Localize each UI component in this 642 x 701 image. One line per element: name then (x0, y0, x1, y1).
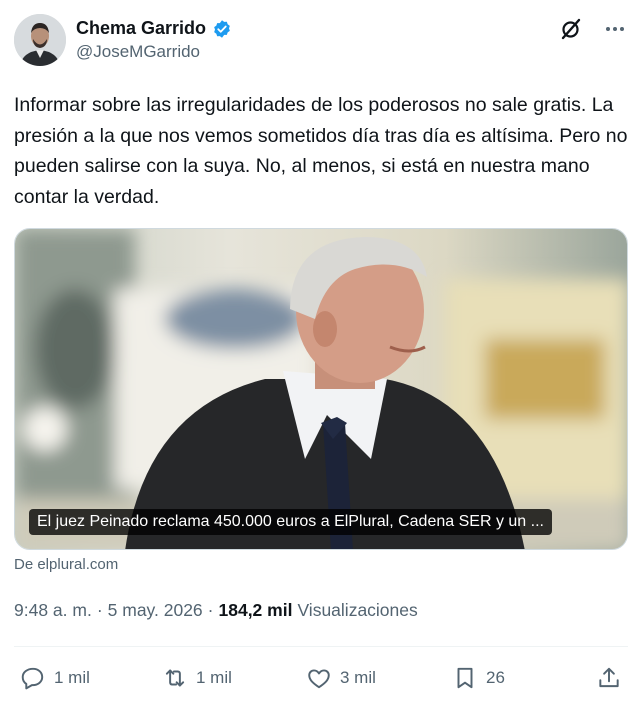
share-icon (599, 667, 619, 688)
like-count: 3 mil (340, 668, 376, 687)
share-button[interactable] (596, 660, 622, 696)
more-icon[interactable] (602, 16, 628, 42)
bookmark-icon (457, 667, 473, 689)
action-bar: 1 mil 1 mil 3 mil 26 (14, 660, 628, 696)
reply-icon (21, 667, 44, 690)
tweet-text: Informar sobre las irregularidades de lo… (14, 94, 628, 208)
verified-badge-icon (212, 19, 232, 39)
card-image (15, 229, 627, 549)
views-count: 184,2 mil (218, 600, 293, 620)
reply-count: 1 mil (54, 668, 90, 687)
reply-button[interactable]: 1 mil (20, 660, 90, 696)
meta-separator: · (96, 600, 103, 620)
tweet-date[interactable]: 5 may. 2026 (108, 600, 203, 621)
avatar[interactable] (14, 14, 66, 66)
display-name[interactable]: Chema Garrido (76, 18, 206, 39)
like-button[interactable]: 3 mil (306, 660, 376, 696)
card-title: El juez Peinado reclama 450.000 euros a … (29, 509, 552, 535)
tweet-header: Chema Garrido @JoseMGarrido (14, 12, 628, 68)
repost-count: 1 mil (196, 668, 232, 687)
divider (14, 646, 628, 647)
card-source[interactable]: De elplural.com (14, 556, 118, 573)
like-icon (308, 669, 330, 689)
views-label: Visualizaciones (297, 600, 418, 620)
handle[interactable]: @JoseMGarrido (76, 42, 232, 62)
tweet-time[interactable]: 9:48 a. m. (14, 600, 92, 621)
repost-icon (165, 669, 185, 687)
link-card[interactable]: El juez Peinado reclama 450.000 euros a … (14, 228, 628, 550)
bookmark-count: 26 (486, 668, 505, 687)
tweet-meta: 9:48 a. m. · 5 may. 2026 · 184,2 mil Vis… (14, 600, 418, 621)
bookmark-button[interactable]: 26 (452, 660, 505, 696)
grok-icon[interactable] (558, 16, 584, 42)
meta-separator: · (207, 600, 214, 620)
repost-button[interactable]: 1 mil (162, 660, 232, 696)
